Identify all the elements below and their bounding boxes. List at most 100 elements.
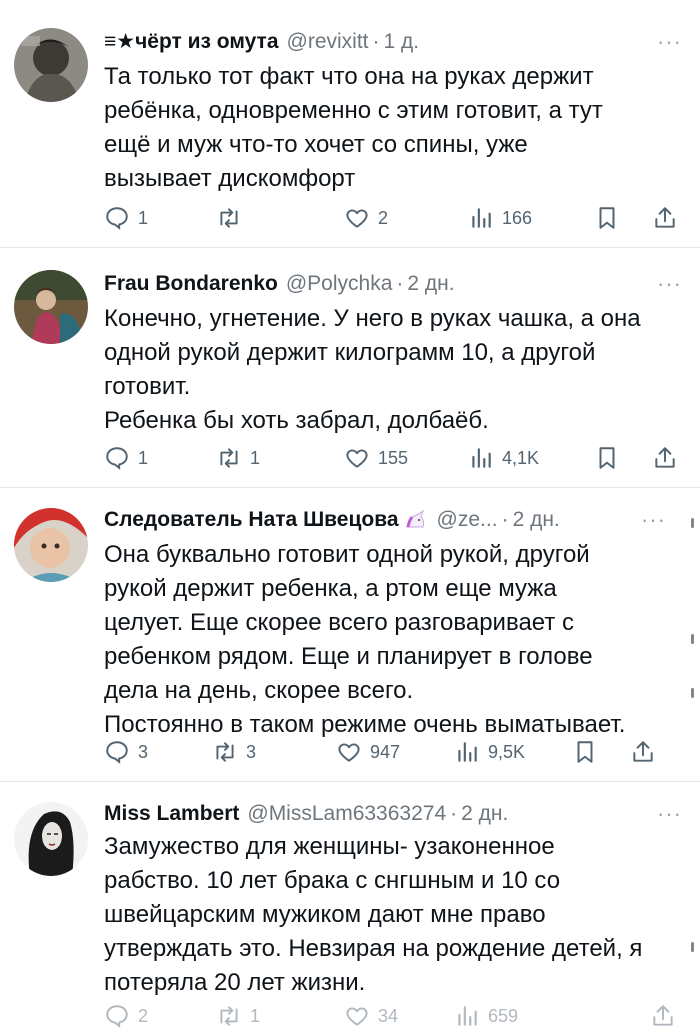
- views-icon: [472, 448, 491, 468]
- reply-icon: [106, 447, 128, 470]
- retweet-button[interactable]: 1: [216, 444, 260, 472]
- tweet-2[interactable]: Frau Bondarenko @Polychka · 2 дн. ··· Ко…: [0, 248, 700, 488]
- scroll-edge-mark: [691, 942, 694, 952]
- author-name[interactable]: ≡★чёрт из омута: [104, 28, 279, 56]
- action-bar: 1 1 155 4,1K: [104, 444, 684, 472]
- views-icon: [472, 208, 491, 228]
- separator-dot: ·: [450, 802, 458, 825]
- scroll-edge-mark: [691, 688, 694, 698]
- bookmark-button[interactable]: [572, 738, 598, 766]
- timestamp[interactable]: 1 д.: [384, 28, 420, 56]
- reply-count: 2: [138, 1005, 149, 1026]
- avatar[interactable]: [14, 270, 88, 344]
- share-button[interactable]: [650, 1002, 676, 1030]
- separator-dot: ·: [501, 508, 509, 531]
- tweet-header: Следователь Ната Швецова @ze... · 2 дн.: [104, 504, 664, 536]
- reply-count: 3: [138, 741, 149, 762]
- tweet-text: Та только тот факт что она на руках держ…: [104, 60, 674, 196]
- retweet-button[interactable]: 1: [216, 1002, 260, 1030]
- tweet-4[interactable]: Miss Lambert @MissLam63363274 · 2 дн. ··…: [0, 782, 700, 1028]
- text-line: одной рукой держит килограмм 10, а друго…: [104, 339, 596, 366]
- bookmark-icon: [599, 447, 615, 469]
- views-count: 9,5K: [488, 741, 526, 762]
- separator-dot: ·: [396, 272, 404, 295]
- reply-count: 1: [138, 447, 149, 468]
- like-icon: [346, 1007, 368, 1026]
- share-button[interactable]: [652, 204, 678, 232]
- text-line: вызывает дискомфорт: [104, 165, 356, 192]
- like-button[interactable]: 2: [344, 204, 388, 232]
- retweet-button[interactable]: 3: [212, 738, 256, 766]
- timestamp[interactable]: 2 дн.: [407, 270, 454, 298]
- more-icon[interactable]: ···: [657, 803, 682, 825]
- views-icon: [458, 1006, 477, 1026]
- more-icon[interactable]: ···: [657, 31, 682, 53]
- bookmark-button[interactable]: [594, 444, 620, 472]
- like-button[interactable]: 155: [344, 444, 408, 472]
- author-handle[interactable]: @MissLam63363274: [247, 800, 446, 828]
- more-icon[interactable]: ···: [657, 273, 682, 295]
- tweet-header: Frau Bondarenko @Polychka · 2 дн.: [104, 268, 664, 300]
- text-line: Та только тот факт что она на руках держ…: [104, 63, 594, 90]
- timestamp[interactable]: 2 дн.: [461, 800, 508, 828]
- retweet-icon: [220, 208, 238, 228]
- reply-icon: [106, 207, 128, 230]
- text-line: ребенком рядом. Еще и планирует в голове: [104, 643, 593, 670]
- retweet-count: 3: [246, 741, 257, 762]
- share-button[interactable]: [630, 738, 656, 766]
- reply-button[interactable]: 1: [104, 204, 148, 232]
- text-line: Конечно, угнетение. У него в руках чашка…: [104, 305, 641, 332]
- retweet-icon: [216, 742, 234, 762]
- reply-icon: [106, 741, 128, 764]
- action-bar: 2 1 34 659: [104, 1002, 684, 1030]
- bookmark-icon: [577, 741, 593, 763]
- author-name[interactable]: Frau Bondarenko: [104, 270, 278, 298]
- text-line: рукой держит ребенка, а ртом еще мужа: [104, 575, 557, 602]
- tweet-text: Замужество для женщины- узаконенное рабс…: [104, 830, 674, 1000]
- author-handle[interactable]: @Polychka: [286, 270, 393, 298]
- retweet-button[interactable]: [216, 204, 250, 232]
- like-button[interactable]: 947: [336, 738, 400, 766]
- tweet-header: Miss Lambert @MissLam63363274 · 2 дн.: [104, 798, 664, 830]
- action-bar: 1 2 166: [104, 204, 684, 232]
- tweet-1[interactable]: ≡★чёрт из омута @revixitt · 1 д. ··· Та …: [0, 0, 700, 248]
- text-line: готовит.: [104, 373, 191, 400]
- more-icon[interactable]: ···: [641, 509, 666, 531]
- views-button[interactable]: 166: [468, 204, 532, 232]
- reply-button[interactable]: 2: [104, 1002, 148, 1030]
- author-name[interactable]: Miss Lambert: [104, 800, 239, 828]
- author-name[interactable]: Следователь Ната Швецова: [104, 506, 399, 534]
- retweet-count: 1: [250, 447, 261, 468]
- reply-button[interactable]: 1: [104, 444, 148, 472]
- avatar[interactable]: [14, 508, 88, 582]
- views-button[interactable]: 4,1K: [468, 444, 539, 472]
- text-line: Постоянно в таком режиме очень выматывае…: [104, 711, 626, 738]
- share-icon: [653, 1005, 673, 1026]
- bookmark-icon: [599, 207, 615, 229]
- like-count: 947: [370, 741, 401, 762]
- avatar[interactable]: [14, 28, 88, 102]
- like-count: 34: [378, 1005, 399, 1026]
- views-button[interactable]: 659: [454, 1002, 518, 1030]
- text-line: утверждать это. Невзирая на рождение дет…: [104, 935, 643, 962]
- reply-icon: [106, 1005, 128, 1028]
- timestamp[interactable]: 2 дн.: [513, 506, 560, 534]
- author-handle[interactable]: @revixitt: [287, 28, 369, 56]
- views-button[interactable]: 9,5K: [454, 738, 525, 766]
- bookmark-button[interactable]: [594, 204, 620, 232]
- text-line: рабство. 10 лет брака с снгшным и 10 со: [104, 867, 561, 894]
- text-line: швейцарским мужиком дают мне право: [104, 901, 546, 928]
- share-icon: [655, 207, 675, 228]
- views-icon: [458, 742, 477, 762]
- author-handle[interactable]: @ze...: [437, 506, 498, 534]
- text-line: Она буквально готовит одной рукой, друго…: [104, 541, 590, 568]
- like-count: 2: [378, 207, 389, 228]
- retweet-count: 1: [250, 1005, 261, 1026]
- avatar[interactable]: [14, 802, 88, 876]
- text-line: Замужество для женщины- узаконенное: [104, 833, 555, 860]
- share-button[interactable]: [652, 444, 678, 472]
- tweet-3[interactable]: Следователь Ната Швецова @ze... · 2 дн. …: [0, 488, 700, 782]
- retweet-icon: [220, 1006, 238, 1026]
- reply-button[interactable]: 3: [104, 738, 148, 766]
- like-button[interactable]: 34: [344, 1002, 398, 1030]
